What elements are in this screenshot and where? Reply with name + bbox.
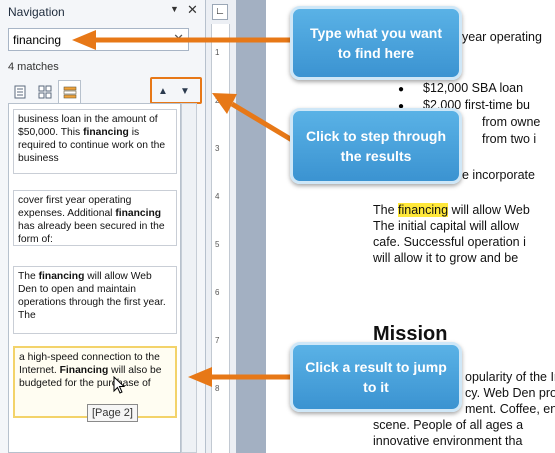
callout-arrows	[72, 30, 294, 387]
callout-result: Click a result to jump to it	[290, 342, 462, 412]
callout-search: Type what you want to find here	[290, 6, 462, 80]
arrow-to-step-buttons-icon	[212, 93, 294, 143]
callout-step: Click to step through the results	[290, 108, 462, 184]
arrow-to-result-icon	[188, 367, 292, 387]
arrow-to-search-icon	[72, 30, 292, 50]
